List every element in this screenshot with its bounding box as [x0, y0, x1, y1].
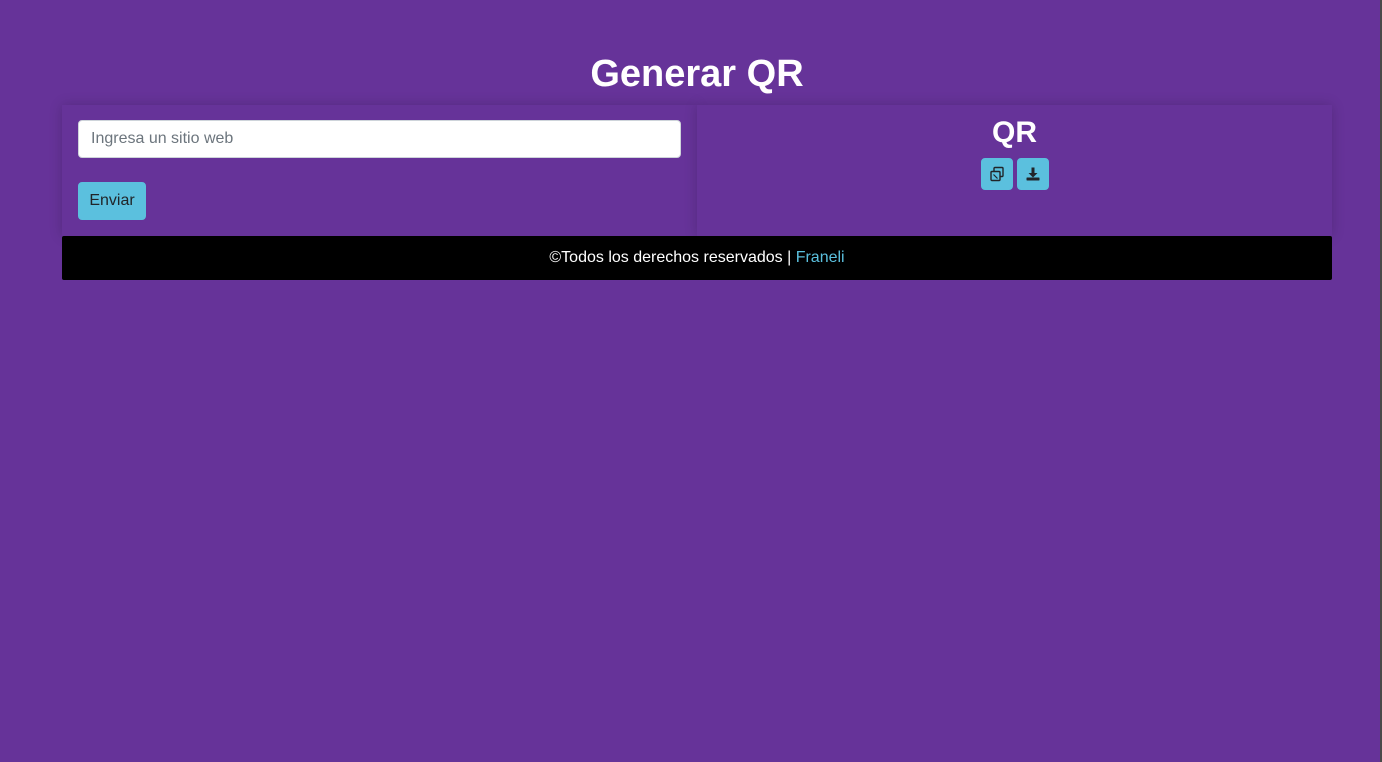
footer: ©Todos los derechos reservados | Franeli: [62, 236, 1332, 280]
qr-actions: [697, 158, 1332, 190]
qr-heading: QR: [992, 116, 1037, 149]
copy-icon: [989, 166, 1005, 182]
footer-copyright: ©Todos los derechos reservados |: [549, 249, 792, 266]
qr-result-card: QR: [697, 105, 1332, 236]
copy-button[interactable]: [980, 158, 1013, 190]
download-icon: [1025, 166, 1041, 182]
main-panels: Enviar QR: [62, 105, 1332, 236]
footer-author-link[interactable]: Franeli: [796, 249, 845, 267]
page-title: Generar QR: [590, 53, 804, 95]
url-form-card: Enviar: [62, 105, 697, 236]
url-input[interactable]: [78, 120, 681, 158]
send-button[interactable]: Enviar: [78, 182, 146, 220]
download-button[interactable]: [1016, 158, 1049, 190]
